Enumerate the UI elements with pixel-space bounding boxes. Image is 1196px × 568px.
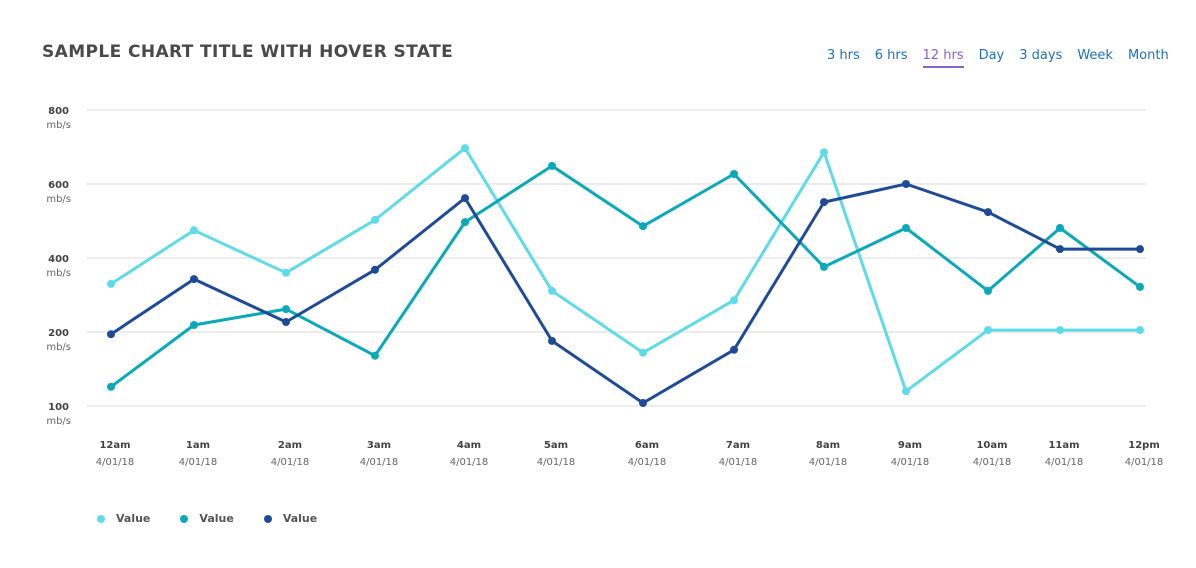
x-tick-time: 11am xyxy=(1048,440,1079,451)
data-point[interactable] xyxy=(190,275,198,284)
data-point[interactable] xyxy=(1136,282,1144,291)
x-tick-date: 4/01/18 xyxy=(271,457,310,468)
x-axis: 12am 4/01/18 1am 4/01/18 2am 4/01/18 3am 4/01/1… xyxy=(96,440,1164,468)
data-point[interactable] xyxy=(902,224,910,232)
legend-dot-icon xyxy=(97,514,105,523)
data-point[interactable] xyxy=(282,318,290,326)
data-point[interactable] xyxy=(1056,224,1064,232)
data-point[interactable] xyxy=(730,296,738,305)
x-tick-time: 9am xyxy=(898,440,922,451)
data-point[interactable] xyxy=(548,336,556,345)
data-point[interactable] xyxy=(282,268,290,277)
y-tick-label: 100 xyxy=(48,402,69,413)
x-tick-date: 4/01/18 xyxy=(179,457,218,468)
x-tick-time: 7am xyxy=(726,440,750,451)
legend-dot-icon xyxy=(180,514,189,523)
data-point[interactable] xyxy=(639,348,647,357)
data-point[interactable] xyxy=(371,215,379,224)
x-tick-date: 4/01/18 xyxy=(96,457,135,468)
data-point[interactable] xyxy=(107,279,115,288)
x-tick-time: 4am xyxy=(457,440,481,451)
data-point[interactable] xyxy=(902,180,910,188)
series-2 xyxy=(107,161,1144,391)
data-point[interactable] xyxy=(461,144,469,153)
data-point[interactable] xyxy=(730,345,738,354)
data-point[interactable] xyxy=(548,286,556,295)
x-tick-date: 4/01/18 xyxy=(360,457,399,468)
legend-dot-icon xyxy=(263,514,272,523)
x-tick-time: 2am xyxy=(278,440,302,451)
data-point[interactable] xyxy=(1056,245,1064,254)
data-point[interactable] xyxy=(984,208,992,217)
y-tick-unit: mb/s xyxy=(46,194,71,205)
legend-item-1[interactable]: Value xyxy=(97,512,150,525)
x-tick-date: 4/01/18 xyxy=(973,457,1012,468)
x-tick-date: 4/01/18 xyxy=(891,457,930,468)
data-point[interactable] xyxy=(190,226,198,235)
series-line-2 xyxy=(110,164,1141,389)
legend-label: Value xyxy=(199,512,234,525)
data-point[interactable] xyxy=(107,382,115,391)
data-point[interactable] xyxy=(820,262,828,271)
x-tick-time: 10am xyxy=(976,440,1007,451)
data-point[interactable] xyxy=(107,330,115,339)
x-tick-time: 12am xyxy=(99,440,130,451)
legend: Value Value Value xyxy=(97,512,347,525)
data-point[interactable] xyxy=(730,170,738,178)
data-point[interactable] xyxy=(984,286,992,295)
gridlines xyxy=(87,109,1146,407)
y-tick-unit: mb/s xyxy=(46,342,71,353)
y-tick-label: 800 xyxy=(48,106,69,117)
x-tick-date: 4/01/18 xyxy=(450,457,489,468)
y-tick-unit: mb/s xyxy=(46,416,71,427)
x-tick-time: 5am xyxy=(544,440,568,451)
data-point[interactable] xyxy=(371,265,379,274)
y-tick-label: 400 xyxy=(48,254,69,265)
y-tick-unit: mb/s xyxy=(46,268,71,279)
x-tick-time: 8am xyxy=(816,440,840,451)
x-tick-date: 4/01/18 xyxy=(1125,457,1164,468)
x-tick-date: 4/01/18 xyxy=(537,457,576,468)
y-tick-label: 600 xyxy=(48,180,69,191)
y-axis: 100 mb/s 200 mb/s 400 mb/s 600 mb/s 800 mb/s xyxy=(46,106,71,427)
data-point[interactable] xyxy=(371,351,379,360)
data-point[interactable] xyxy=(902,387,910,396)
x-tick-date: 4/01/18 xyxy=(719,457,758,468)
data-point[interactable] xyxy=(820,148,828,157)
data-point[interactable] xyxy=(461,194,469,203)
data-point[interactable] xyxy=(282,305,290,314)
x-tick-time: 1am xyxy=(186,440,210,451)
x-tick-time: 3am xyxy=(367,440,391,451)
x-tick-date: 4/01/18 xyxy=(1045,457,1084,468)
legend-item-2[interactable]: Value xyxy=(180,512,234,525)
data-point[interactable] xyxy=(984,326,992,335)
legend-label: Value xyxy=(116,512,151,525)
data-point[interactable] xyxy=(639,399,647,407)
legend-label: Value xyxy=(282,512,318,525)
line-chart: 100 mb/s 200 mb/s 400 mb/s 600 mb/s 800 mb/s 12am… xyxy=(46,106,1164,468)
x-tick-time: 12pm xyxy=(1128,440,1160,451)
y-tick-label: 200 xyxy=(48,328,69,339)
x-tick-date: 4/01/18 xyxy=(628,457,667,468)
data-point[interactable] xyxy=(1136,245,1144,254)
data-point[interactable] xyxy=(461,218,469,227)
data-point[interactable] xyxy=(820,198,828,207)
data-point[interactable] xyxy=(639,222,647,231)
series-1 xyxy=(107,144,1144,396)
x-tick-time: 6am xyxy=(635,440,659,451)
legend-item-3[interactable]: Value xyxy=(263,512,318,525)
data-point[interactable] xyxy=(190,321,198,329)
x-tick-date: 4/01/18 xyxy=(809,457,848,468)
y-tick-unit: mb/s xyxy=(46,120,71,131)
data-point[interactable] xyxy=(548,161,556,170)
data-point[interactable] xyxy=(1136,326,1144,335)
data-point[interactable] xyxy=(1056,326,1064,335)
